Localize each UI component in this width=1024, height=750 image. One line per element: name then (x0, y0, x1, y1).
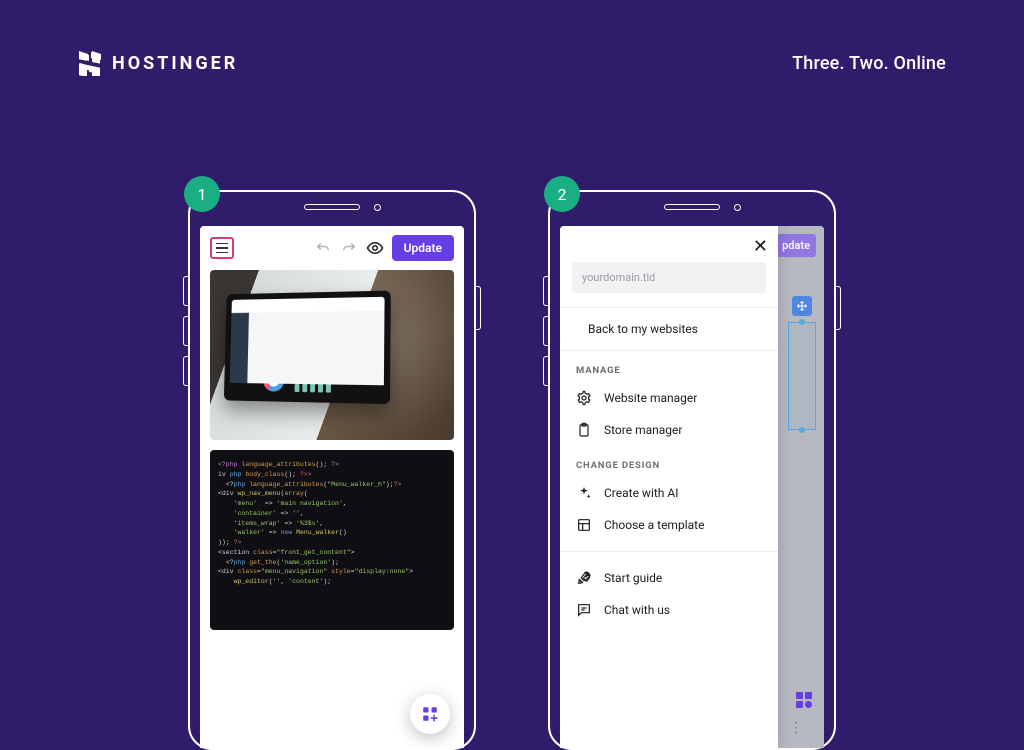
phone-mockup-1: 1 Update (188, 190, 476, 750)
phone-camera (734, 204, 741, 211)
undo-icon[interactable] (314, 239, 332, 257)
phone-side-buttons (543, 276, 548, 386)
move-handle-icon (792, 296, 812, 316)
brand-logo: HOSTINGER (78, 50, 238, 76)
selected-block-outline (788, 322, 816, 430)
rocket-icon (576, 570, 592, 586)
add-block-fab[interactable] (410, 694, 450, 734)
menu-label: Chat with us (604, 603, 670, 617)
phone2-screen: pdate ⋮ ✕ yourdomain.tld Back to my webs… (560, 226, 824, 748)
menu-choose-template[interactable]: Choose a template (560, 509, 778, 541)
image-code-editor[interactable]: <?php language_attributes(); ?> iv php b… (210, 450, 454, 630)
gear-icon (576, 390, 592, 406)
content-images: <?php language_attributes(); ?> iv php b… (200, 270, 464, 630)
close-icon[interactable]: ✕ (753, 236, 768, 257)
back-label: Back to my websites (588, 322, 698, 336)
brand-tagline: Three. Two. Online (792, 53, 946, 74)
update-button[interactable]: Update (392, 235, 454, 261)
brand-logo-icon (78, 50, 102, 76)
menu-button[interactable] (210, 237, 234, 259)
preview-icon[interactable] (366, 239, 384, 257)
menu-label: Store manager (604, 423, 682, 437)
editor-toolbar: Update (200, 226, 464, 270)
step-badge-1: 1 (184, 176, 220, 212)
menu-store-manager[interactable]: Store manager (560, 414, 778, 446)
sidebar-drawer: ✕ yourdomain.tld Back to my websites MAN… (560, 226, 778, 748)
phone-power-button (836, 286, 841, 330)
page-header: HOSTINGER Three. Two. Online (78, 50, 946, 76)
image-laptop-dashboard[interactable] (210, 270, 454, 440)
phone-speaker (664, 204, 720, 210)
layout-icon (576, 517, 592, 533)
phone-speaker (304, 204, 360, 210)
redo-icon[interactable] (340, 239, 358, 257)
section-manage-label: MANAGE (560, 351, 778, 382)
phone1-screen: Update <?php language_attributes(); ?> i… (200, 226, 464, 748)
menu-label: Website manager (604, 391, 697, 405)
clipboard-icon (576, 422, 592, 438)
sparkle-icon (576, 485, 592, 501)
more-dots-icon: ⋮ (789, 720, 804, 736)
chat-icon (576, 602, 592, 618)
phone-mockup-2: 2 pdate ⋮ ✕ yourdomain.tld Back to my we… (548, 190, 836, 750)
step-badge-2: 2 (544, 176, 580, 212)
menu-label: Start guide (604, 571, 662, 585)
phone-side-buttons (183, 276, 188, 386)
menu-label: Create with AI (604, 486, 678, 500)
menu-chat-with-us[interactable]: Chat with us (560, 594, 778, 626)
grid-icon (796, 692, 812, 708)
phone-camera (374, 204, 381, 211)
menu-website-manager[interactable]: Website manager (560, 382, 778, 414)
menu-start-guide[interactable]: Start guide (560, 562, 778, 594)
section-design-label: CHANGE DESIGN (560, 446, 778, 477)
brand-name: HOSTINGER (112, 53, 238, 74)
back-to-websites[interactable]: Back to my websites (560, 308, 778, 350)
menu-label: Choose a template (604, 518, 704, 532)
phone-power-button (476, 286, 481, 330)
domain-input[interactable]: yourdomain.tld (572, 262, 766, 293)
bg-update-button: pdate (776, 234, 816, 257)
menu-create-with-ai[interactable]: Create with AI (560, 477, 778, 509)
